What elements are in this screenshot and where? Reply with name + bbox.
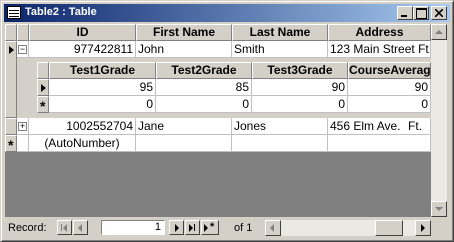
record-total: 1 (246, 222, 253, 234)
cell-last-name[interactable]: Jones (232, 118, 328, 135)
cell-address[interactable]: 123 Main Street Ft. (328, 41, 431, 58)
record-pointer-icon (9, 46, 14, 54)
datasheet-window: Table2 : Table ID First Name Last Name A… (0, 0, 454, 242)
expand-cell[interactable]: + (17, 118, 29, 135)
record-navigation-bar: Record: 1 * of 1 (5, 219, 447, 237)
first-record-icon (61, 224, 62, 231)
scroll-up-button[interactable] (431, 24, 447, 40)
arrow-up-icon (435, 30, 443, 34)
expand-column-header (17, 24, 29, 41)
previous-record-button[interactable] (73, 220, 88, 235)
scroll-thumb[interactable] (375, 220, 403, 236)
cell-first-name[interactable]: John (136, 41, 232, 58)
new-cell-first-name[interactable] (136, 135, 232, 152)
last-record-button[interactable] (185, 220, 200, 235)
sub-header-test1grade[interactable]: Test1Grade (49, 62, 156, 79)
new-record-button[interactable]: * (201, 220, 219, 235)
sub-new-cell-test3grade[interactable]: 0 (252, 96, 348, 113)
sub-cell-test3grade[interactable]: 90 (252, 79, 348, 96)
record-number-input[interactable]: 1 (101, 220, 165, 235)
cell-address[interactable]: 456 Elm Ave. Ft. (328, 118, 431, 135)
cell-city-text: Ft. (408, 119, 422, 133)
new-record-selector[interactable]: * (5, 135, 17, 152)
sub-cell-test2grade[interactable]: 85 (156, 79, 252, 96)
cell-id[interactable]: 1002552704 (29, 118, 136, 135)
arrow-left-icon (270, 224, 274, 232)
datasheet-grid: ID First Name Last Name Address − 977422… (5, 24, 431, 217)
vertical-scrollbar[interactable] (431, 24, 447, 217)
sub-new-cell-test1grade[interactable]: 0 (49, 96, 156, 113)
close-button[interactable] (431, 6, 447, 20)
minimize-icon (401, 15, 407, 17)
new-cell-id[interactable]: (AutoNumber) (29, 135, 136, 152)
table-icon (7, 6, 21, 19)
sub-header-test2grade[interactable]: Test2Grade (156, 62, 252, 79)
sub-new-cell-test2grade[interactable]: 0 (156, 96, 252, 113)
arrow-right-icon (421, 224, 425, 232)
arrow-down-icon (435, 207, 443, 211)
close-icon (435, 9, 443, 17)
cell-last-name[interactable]: Smith (232, 41, 328, 58)
minus-icon[interactable]: − (18, 45, 27, 54)
sub-cell-courseaverage[interactable]: 90 (348, 79, 431, 96)
plus-icon[interactable]: + (18, 122, 27, 131)
title-bar[interactable]: Table2 : Table (4, 4, 450, 22)
select-all-corner[interactable] (5, 24, 17, 41)
column-header-first-name[interactable]: First Name (136, 24, 232, 41)
record-selector[interactable] (5, 118, 17, 135)
of-label: of 1 (234, 222, 253, 234)
horizontal-scrollbar[interactable] (265, 220, 431, 236)
column-header-address[interactable]: Address (328, 24, 431, 41)
new-cell-address[interactable] (328, 135, 431, 152)
asterisk-icon: * (8, 137, 14, 153)
cell-address-text: 456 Elm Ave. (330, 119, 401, 133)
record-selector[interactable] (5, 41, 17, 118)
maximize-button[interactable] (413, 6, 429, 20)
cell-city-text: Ft. (418, 42, 431, 56)
sub-cell-test1grade[interactable]: 95 (49, 79, 156, 96)
sub-new-record-selector[interactable]: * (37, 96, 49, 113)
next-icon (175, 224, 179, 232)
sub-new-cell-courseaverage[interactable]: 0 (348, 96, 431, 113)
new-record-icon (204, 224, 208, 232)
cell-first-name[interactable]: Jane (136, 118, 232, 135)
new-cell-last-name[interactable] (232, 135, 328, 152)
sub-record-selector[interactable] (37, 79, 49, 96)
record-label: Record: (8, 222, 47, 234)
asterisk-icon: * (40, 98, 46, 114)
minimize-button[interactable] (397, 6, 413, 20)
last-record-icon (189, 224, 193, 232)
sub-header-courseaverage[interactable]: CourseAverage (348, 62, 431, 79)
sub-header-test3grade[interactable]: Test3Grade (252, 62, 348, 79)
subdatasheet-corner[interactable] (37, 62, 49, 79)
next-record-button[interactable] (169, 220, 184, 235)
maximize-icon (416, 8, 427, 19)
scroll-down-button[interactable] (431, 201, 447, 217)
cell-id[interactable]: 977422811 (29, 41, 136, 58)
scroll-left-button[interactable] (265, 220, 281, 236)
record-pointer-icon (41, 84, 46, 92)
column-header-id[interactable]: ID (29, 24, 136, 41)
first-record-button[interactable] (57, 220, 72, 235)
cell-address-text: 123 Main Street (330, 42, 415, 56)
expand-cell[interactable]: − (17, 41, 29, 58)
previous-icon (78, 224, 82, 232)
expand-cell (17, 135, 29, 152)
window-title: Table2 : Table (25, 6, 97, 18)
scroll-right-button[interactable] (415, 220, 431, 236)
column-header-last-name[interactable]: Last Name (232, 24, 328, 41)
